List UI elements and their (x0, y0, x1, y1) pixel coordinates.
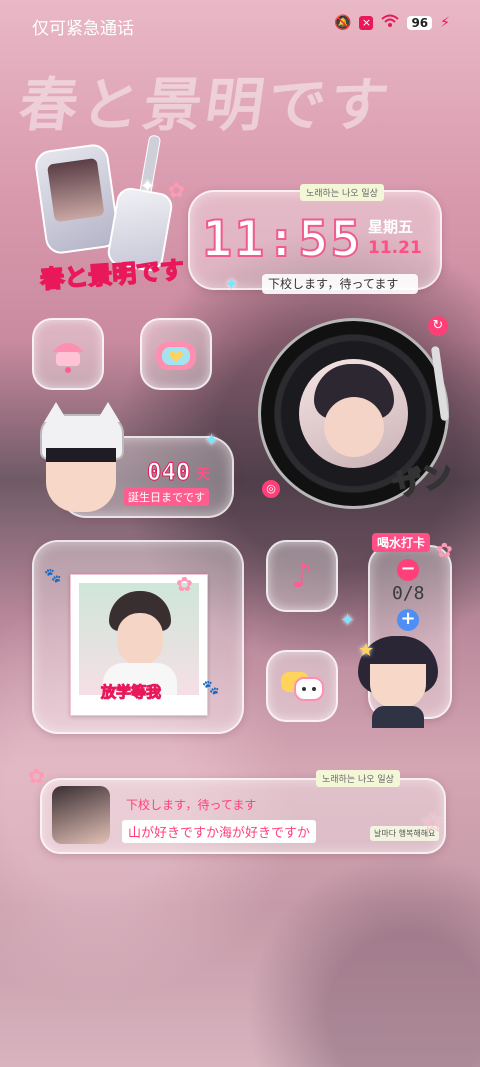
charging-icon: ⚡ (440, 15, 450, 31)
app-icon-cupcake[interactable] (32, 318, 104, 390)
phone-body-left (33, 142, 121, 256)
water-plus-button[interactable]: + (397, 609, 419, 631)
music-note-icon: ♪ (291, 556, 313, 596)
sparkle-icon: ✦ (224, 274, 240, 295)
water-minus-button[interactable]: − (397, 559, 419, 581)
countdown-unit: 天 (196, 467, 210, 483)
photo-caption: 放学等我 (100, 683, 162, 702)
sparkle-icon: ✦ (204, 430, 220, 451)
flower-icon: ✿ (436, 538, 453, 562)
photo-image (79, 583, 199, 695)
star-icon: ★ (358, 640, 375, 661)
star-icon: ☆ (420, 806, 446, 839)
flower-icon: ✿ (176, 572, 193, 596)
clock-time: 11:55 (201, 209, 363, 269)
refresh-icon[interactable]: ↻ (428, 316, 448, 336)
battery-icon: 96 (407, 16, 433, 30)
record-label-art (299, 359, 408, 468)
message-tag: 노래하는 나오 일상 (316, 770, 400, 787)
mute-icon: 🔕 (334, 15, 352, 31)
status-bar: 仅可紧急通话 🔕 × 96 ⚡ (0, 0, 480, 48)
clock-subtitle: 下校します，待ってます (262, 274, 418, 294)
paw-icon: 🐾 (202, 680, 220, 696)
sparkle-icon: ✦ (340, 610, 356, 631)
wifi-icon (381, 14, 400, 32)
countdown-days: 040 (146, 458, 191, 487)
message-widget[interactable]: 노래하는 나오 일상 下校します，待ってます 山が好きですか海が好きですか 날마… (40, 770, 446, 854)
cat-chat-icon (281, 672, 324, 701)
clock-weekday: 星期五 (368, 218, 414, 236)
message-line-2: 山が好きですか海が好きですか (122, 820, 317, 843)
app-icon-music[interactable]: ♪ (266, 540, 338, 612)
chibi-cat-hat-character (32, 402, 132, 518)
clock-tag: 노래하는 나오 일상 (300, 184, 384, 201)
x-badge-icon: × (359, 16, 374, 30)
flower-icon: ✿ (168, 178, 185, 202)
phone-screen (46, 157, 105, 223)
music-small-icon[interactable]: ◎ (262, 480, 280, 498)
status-icons: 🔕 × 96 ⚡ (334, 14, 450, 32)
paw-icon: 🐾 (44, 568, 62, 584)
message-line-1: 下校します，待ってます (126, 798, 257, 812)
flower-icon: ✿ (28, 764, 45, 788)
app-icon-heart-box[interactable] (140, 318, 212, 390)
countdown-caption: 誕生日までです (124, 488, 209, 506)
clock-date: 11.21 (368, 238, 422, 258)
water-title: 喝水打卡 (372, 533, 431, 552)
carrier-text: 仅可紧急通话 (32, 19, 134, 39)
message-avatar (52, 786, 110, 844)
photo-frame-widget[interactable]: 放学等我 ✿ 🐾 🐾 (32, 540, 244, 734)
app-icon-cat-chat[interactable] (266, 650, 338, 722)
heart-box-icon (156, 342, 196, 370)
cupcake-icon (52, 343, 84, 373)
sparkle-icon: ✦ (140, 176, 156, 197)
water-count: 0/8 (392, 583, 425, 604)
